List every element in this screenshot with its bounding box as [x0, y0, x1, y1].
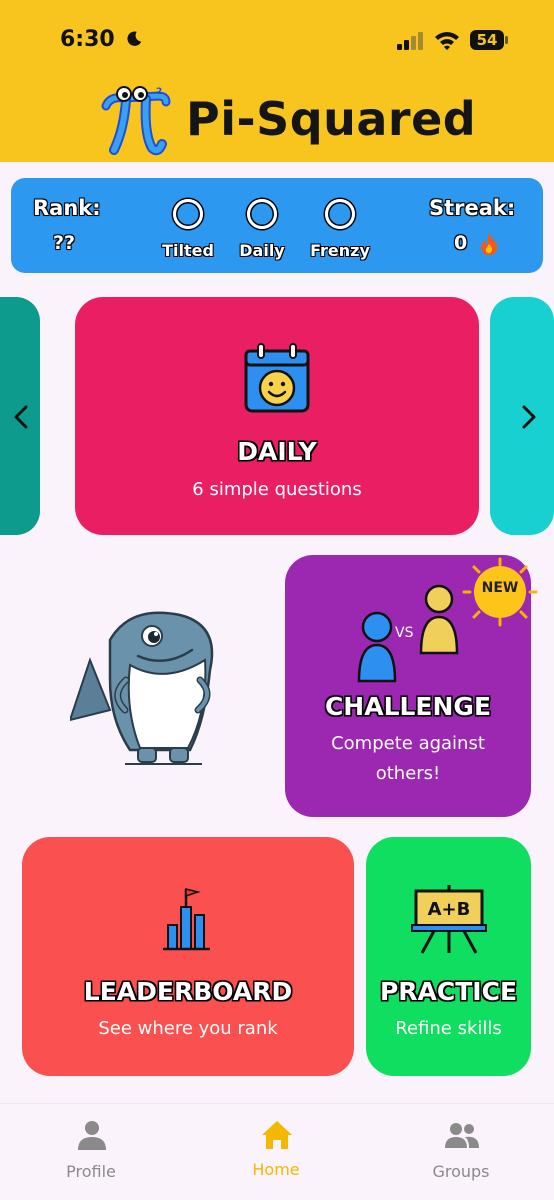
rank-value: ?? [53, 232, 76, 254]
battery-level: 54 [476, 31, 498, 49]
tab-home-label: Home [252, 1160, 300, 1179]
tab-profile[interactable]: Profile [31, 1104, 151, 1200]
tilted-progress-ring[interactable] [173, 199, 203, 229]
chevron-right-icon[interactable] [514, 402, 542, 432]
daily-card[interactable]: DAILY 6 simple questions [75, 297, 479, 535]
frenzy-progress-ring[interactable] [325, 199, 355, 229]
daily-progress-ring[interactable] [247, 199, 277, 229]
bottom-tab-bar: Profile Home Groups [0, 1103, 554, 1200]
stats-bar: Rank: ?? Tilted Daily Frenzy Streak: 0 [11, 178, 543, 273]
streak-value: 0 [454, 232, 468, 254]
home-icon [262, 1121, 292, 1149]
streak-label: Streak: [429, 196, 516, 220]
person-icon [78, 1121, 106, 1150]
challenge-subtitle-line2: others! [375, 763, 441, 784]
practice-card[interactable]: A+B PRACTICE Refine skills [366, 837, 531, 1076]
status-time: 6:30 [60, 27, 115, 52]
leaderboard-bars-icon [163, 888, 210, 951]
challenge-title: CHALLENGE [324, 692, 492, 721]
svg-text:2: 2 [156, 87, 162, 97]
signal-icon [397, 32, 423, 50]
app-title: Pi-Squared [186, 92, 477, 146]
rank-label: Rank: [33, 196, 101, 220]
tab-profile-label: Profile [66, 1162, 116, 1181]
versus-label: VS [395, 625, 414, 641]
challenge-subtitle-line1: Compete against [331, 733, 485, 754]
practice-subtitle: Refine skills [395, 1018, 502, 1039]
daily-title: DAILY [237, 437, 317, 466]
tab-home[interactable]: Home [216, 1104, 336, 1200]
new-badge-label: NEW [481, 580, 519, 596]
practice-title: PRACTICE [379, 977, 518, 1006]
leaderboard-subtitle: See where you rank [98, 1018, 278, 1039]
pi-logo-icon: 2 [101, 86, 171, 156]
easel-board-text: A+B [427, 899, 471, 920]
leaderboard-card[interactable]: LEADERBOARD See where you rank [22, 837, 354, 1076]
fire-icon [481, 233, 498, 256]
moon-icon [127, 31, 142, 46]
tab-groups-label: Groups [432, 1162, 490, 1181]
frenzy-label: Frenzy [310, 241, 370, 260]
daily-label: Daily [239, 241, 285, 260]
groups-icon [445, 1123, 479, 1148]
chevron-left-icon[interactable] [8, 402, 36, 432]
calendar-smiley-icon [244, 343, 310, 413]
leaderboard-title: LEADERBOARD [83, 977, 293, 1006]
tab-groups[interactable]: Groups [401, 1104, 521, 1200]
app-header: 6:30 54 2 Pi-Squared [0, 0, 554, 162]
wifi-icon [435, 32, 459, 50]
daily-subtitle: 6 simple questions [192, 479, 362, 500]
shark-mascot-icon [70, 611, 214, 765]
